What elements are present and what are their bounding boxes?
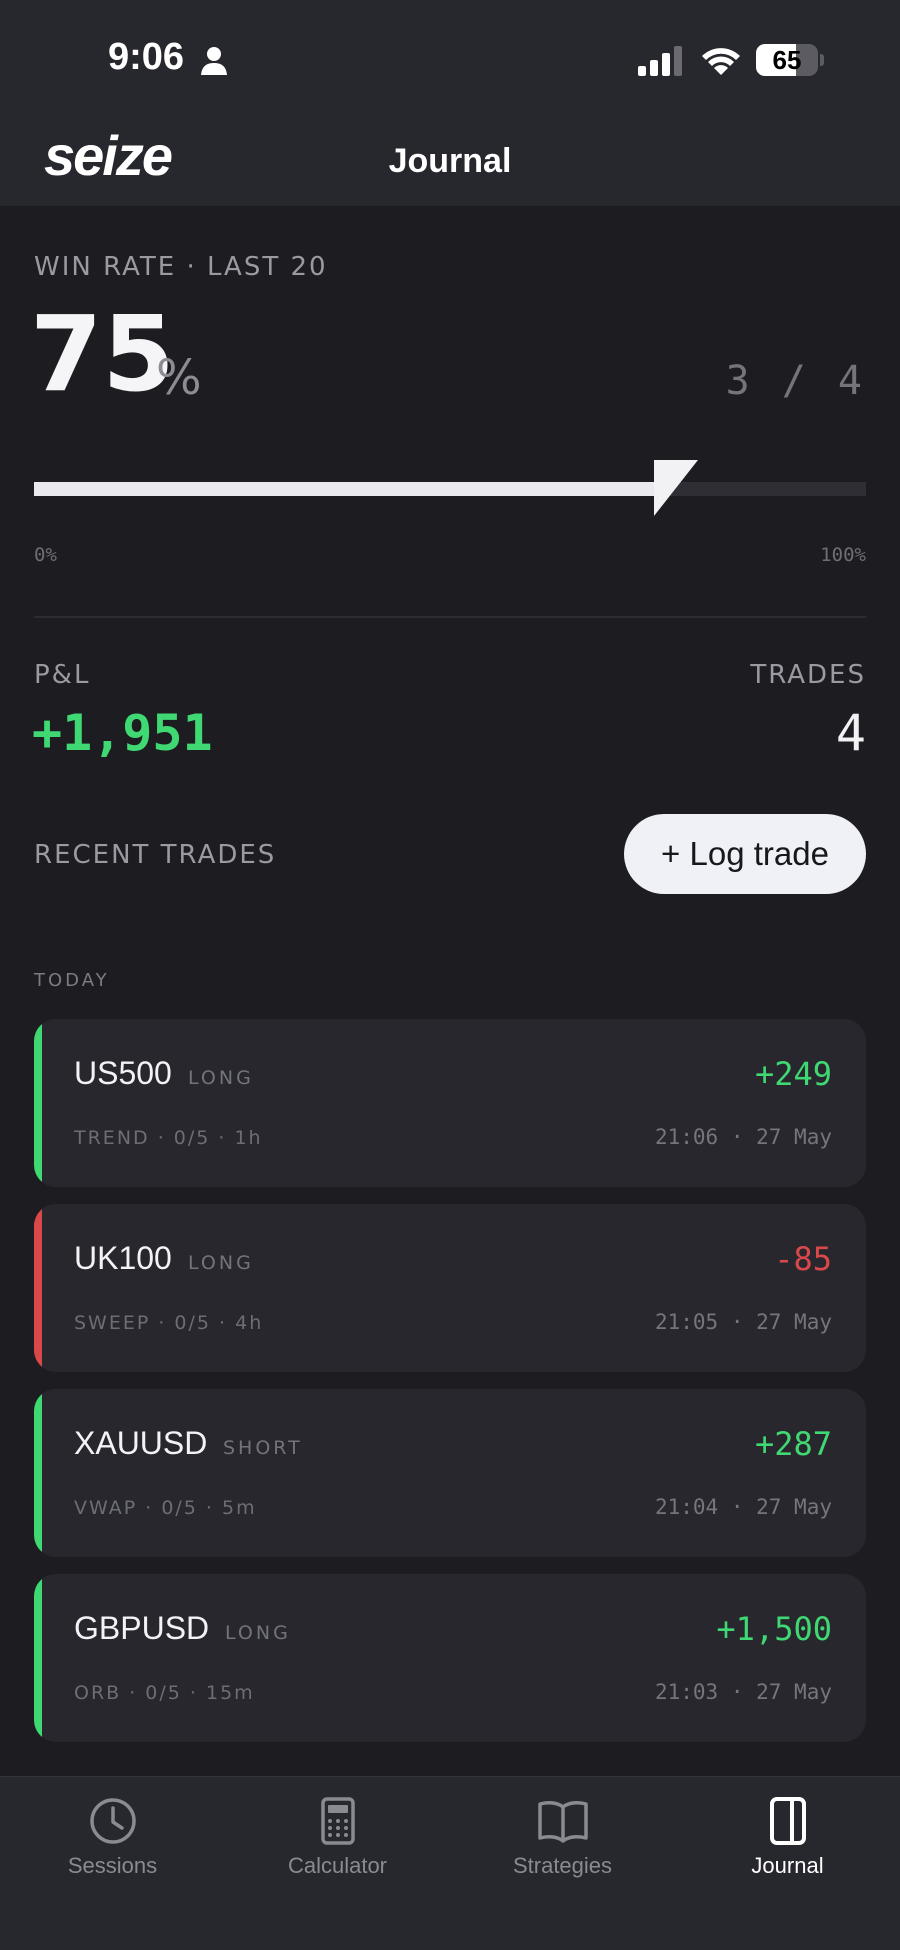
trade-time: 21:03 · 27 May (654, 1680, 832, 1704)
win-rate-ratio: 3 / 4 (725, 358, 866, 404)
calculator-icon (320, 1797, 355, 1845)
wifi-icon (702, 48, 740, 75)
trade-result-accent (34, 1204, 42, 1372)
trade-symbol: US500 (74, 1055, 172, 1091)
win-rate-bar (34, 482, 866, 496)
signal-icon (638, 46, 682, 76)
trade-time: 21:06 · 27 May (654, 1125, 832, 1149)
trade-meta: SWEEP · 0/5 · 4h (74, 1312, 264, 1334)
trade-time: 21:04 · 27 May (654, 1495, 832, 1519)
trade-meta: ORB · 0/5 · 15m (74, 1682, 255, 1704)
log-trade-button[interactable]: + Log trade (624, 814, 866, 894)
trade-meta: TREND · 0/5 · 1h (74, 1127, 263, 1149)
page-title: Journal (388, 142, 512, 180)
clock-icon (89, 1798, 136, 1844)
tab-label: Strategies (512, 1853, 613, 1878)
scale-max-label: 100% (820, 544, 866, 566)
scale-min-label: 0% (34, 544, 57, 566)
trade-meta: VWAP · 0/5 · 5m (74, 1497, 257, 1519)
tab-label: Journal (751, 1853, 824, 1878)
person-icon (201, 47, 227, 75)
win-rate-label: WIN RATE · LAST 20 (34, 252, 328, 282)
battery-level-text: 65 (772, 44, 802, 75)
tab-label: Sessions (67, 1853, 158, 1878)
trade-card[interactable]: US500 LONG +249 TREND · 0/5 · 1h 21:06 · 27 … (34, 1019, 866, 1187)
trade-card[interactable]: UK100 LONG -85 SWEEP · 0/5 · 4h 21:05 · 27 M… (34, 1204, 866, 1372)
trade-symbol: UK100 (74, 1240, 172, 1276)
trades-label: TRADES (750, 660, 866, 690)
book-icon (537, 1801, 588, 1843)
trades-count: 4 (835, 704, 866, 762)
trade-result-accent (34, 1019, 42, 1187)
trade-time: 21:05 · 27 May (654, 1310, 832, 1334)
trade-symbol: GBPUSD (74, 1610, 210, 1646)
trade-card[interactable]: GBPUSD LONG +1,500 ORB · 0/5 · 15m 21:03 · 2… (34, 1574, 866, 1742)
journal-icon (769, 1797, 806, 1845)
trade-side: SHORT (223, 1437, 303, 1459)
win-rate-marker-icon (654, 460, 698, 516)
tab-bar: Sessions Calculator Strategies Journal (0, 1776, 900, 1950)
trade-pl: +249 (754, 1055, 832, 1093)
pnl-value: +1,951 (32, 704, 213, 762)
tab-calculator[interactable]: Calculator (225, 1777, 450, 1897)
trade-result-accent (34, 1574, 42, 1742)
group-label-today: TODAY (34, 970, 110, 991)
tab-label: Calculator (287, 1853, 388, 1878)
win-rate-unit: % (156, 350, 202, 406)
pnl-label: P&L (34, 660, 91, 690)
trade-pl: +287 (754, 1425, 832, 1463)
status-time: 9:06 (108, 36, 185, 78)
trade-symbol: XAUUSD (74, 1425, 208, 1461)
tab-strategies[interactable]: Strategies (450, 1777, 675, 1897)
divider (34, 616, 866, 618)
trade-pl: +1,500 (716, 1610, 832, 1648)
trade-card[interactable]: XAUUSD SHORT +287 VWAP · 0/5 · 5m 21:04 · 27… (34, 1389, 866, 1557)
win-rate-value: 75 (30, 293, 175, 415)
tab-journal[interactable]: Journal (675, 1777, 900, 1897)
battery-cap (820, 54, 824, 66)
tab-sessions[interactable]: Sessions (0, 1777, 225, 1897)
trade-result-accent (34, 1389, 42, 1557)
trade-pl: -85 (774, 1240, 832, 1278)
battery-indicator: 65 (756, 44, 818, 76)
trade-side: LONG (225, 1622, 291, 1644)
trade-side: LONG (188, 1252, 254, 1274)
win-rate-bar-fill (34, 482, 658, 496)
recent-trades-label: RECENT TRADES (34, 840, 277, 870)
trade-side: LONG (188, 1067, 254, 1089)
